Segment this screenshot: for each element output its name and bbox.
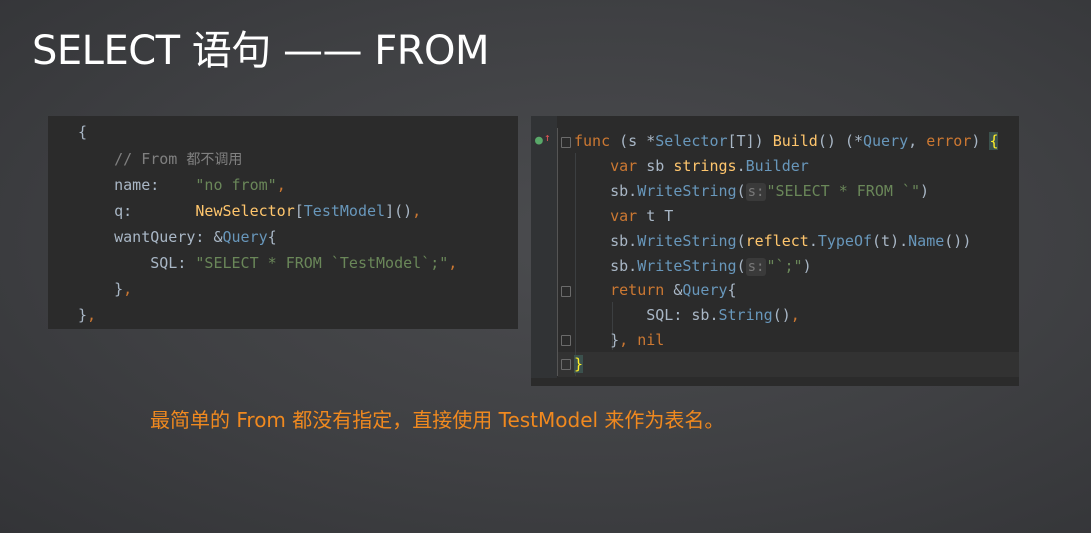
implementation-arrow-icon[interactable]: ↑	[544, 131, 551, 144]
code-line: func (s *Selector[T]) Build() (*Query, e…	[574, 132, 999, 150]
code-line: SQL: sb.String(),	[646, 306, 800, 324]
code-line: }, nil	[610, 331, 665, 349]
code-line: var sb strings.Builder	[610, 157, 809, 175]
code-line: }	[574, 352, 584, 377]
code-line: wantQuery: &Query{	[114, 228, 277, 246]
fold-icon[interactable]	[561, 137, 571, 148]
current-line-highlight	[558, 352, 1019, 377]
parameter-hint: s:	[745, 258, 767, 276]
run-test-icon[interactable]: ●	[535, 133, 543, 148]
code-line: {	[78, 123, 88, 141]
code-line: },	[78, 306, 97, 324]
code-line: },	[114, 280, 133, 298]
code-line: return &Query{	[610, 281, 737, 299]
gutter-divider	[557, 128, 558, 376]
code-line: sb.WriteString(s: "SELECT * FROM `")	[610, 182, 930, 201]
code-line: name: "no from",	[114, 176, 286, 194]
code-line: sb.WriteString(reflect.TypeOf(t).Name())	[610, 232, 972, 250]
fold-icon[interactable]	[561, 335, 571, 346]
code-line: sb.WriteString(s: "`;")	[610, 257, 812, 276]
code-line: var t T	[610, 207, 674, 225]
parameter-hint: s:	[745, 183, 767, 201]
matched-brace: {	[989, 132, 999, 150]
editor-gutter	[531, 116, 557, 378]
fold-icon[interactable]	[561, 359, 571, 370]
code-line: SQL: "SELECT * FROM `TestModel`;",	[150, 254, 458, 272]
build-function-editor: ● ↑ func (s *Selector[T]) Build() (*Quer…	[531, 116, 1019, 386]
matched-brace: }	[574, 355, 584, 373]
code-line: q: NewSelector[TestModel](),	[114, 202, 422, 220]
test-case-code-panel: { // From 都不调用 name: "no from", q: NewSe…	[48, 116, 518, 329]
fold-icon[interactable]	[561, 286, 571, 297]
slide-caption: 最简单的 From 都没有指定，直接使用 TestModel 来作为表名。	[150, 408, 725, 432]
slide-title: SELECT 语句 —— FROM	[32, 28, 490, 74]
code-line: // From 都不调用	[114, 150, 243, 168]
